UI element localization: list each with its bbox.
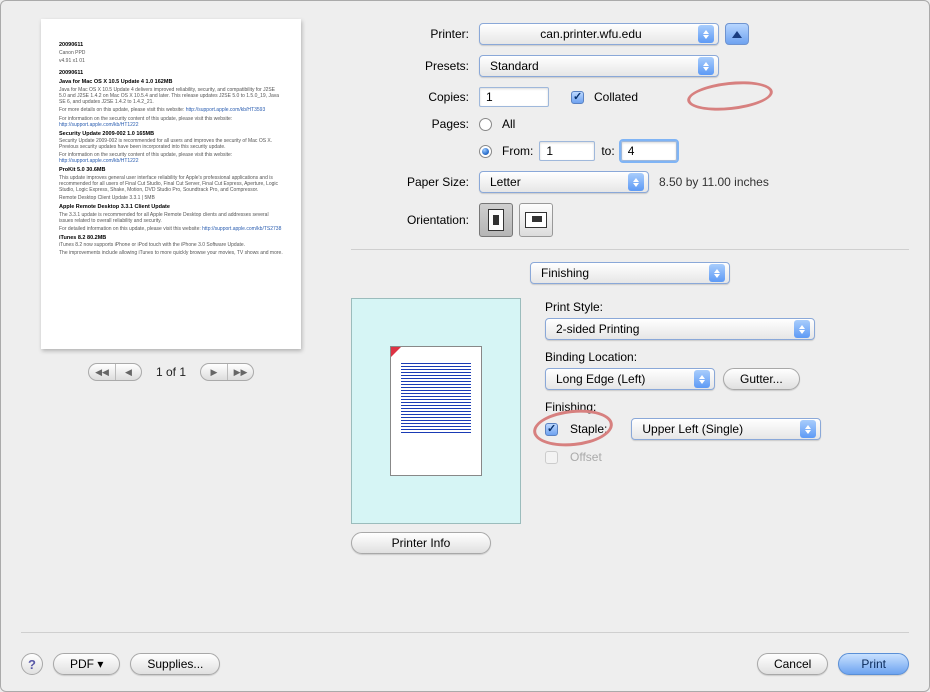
page-counter: 1 of 1 <box>156 365 186 379</box>
expand-dialog-button[interactable] <box>725 23 749 45</box>
binding-location-select[interactable]: Long Edge (Left) <box>545 368 715 390</box>
next-page-button[interactable]: ▶ <box>201 364 227 380</box>
paper-size-select[interactable]: Letter <box>479 171 649 193</box>
orientation-landscape-button[interactable] <box>519 203 553 237</box>
orientation-portrait-button[interactable] <box>479 203 513 237</box>
section-selected: Finishing <box>541 266 589 280</box>
footer-divider <box>21 632 909 633</box>
nav-back-group: ◀◀ ◀ <box>88 363 142 381</box>
finishing-panel: Printer Info Print Style: 2-sided Printi… <box>351 298 909 554</box>
dropdown-arrows-icon <box>709 264 725 282</box>
presets-select[interactable]: Standard <box>479 55 719 77</box>
collated-checkbox[interactable] <box>571 91 584 104</box>
copies-label: Copies: <box>351 90 469 104</box>
pages-from-radio[interactable] <box>479 145 492 158</box>
dropdown-arrows-icon <box>794 320 810 338</box>
preview-nav: ◀◀ ◀ 1 of 1 ▶ ▶▶ <box>21 363 321 381</box>
printer-info-button[interactable]: Printer Info <box>351 532 491 554</box>
nav-fwd-group: ▶ ▶▶ <box>200 363 254 381</box>
dropdown-arrows-icon <box>694 370 710 388</box>
staple-checkbox[interactable] <box>545 423 558 436</box>
last-page-button[interactable]: ▶▶ <box>227 364 253 380</box>
presets-selected: Standard <box>490 59 539 73</box>
staple-position-select[interactable]: Upper Left (Single) <box>631 418 821 440</box>
presets-label: Presets: <box>351 59 469 73</box>
gutter-button[interactable]: Gutter... <box>723 368 800 390</box>
cancel-button[interactable]: Cancel <box>757 653 828 675</box>
finishing-label: Finishing: <box>545 400 909 414</box>
printer-select[interactable]: can.printer.wfu.edu <box>479 23 719 45</box>
help-button[interactable]: ? <box>21 653 43 675</box>
binding-location-label: Binding Location: <box>545 350 909 364</box>
printer-selected: can.printer.wfu.edu <box>490 27 692 41</box>
printer-label: Printer: <box>351 27 469 41</box>
print-dialog: 20090611 Canon PPD v4.91 x1 01 20090611 … <box>0 0 930 692</box>
dialog-footer: ? PDF ▾ Supplies... Cancel Print <box>21 653 909 675</box>
print-style-selected: 2-sided Printing <box>556 322 639 336</box>
pages-all-radio[interactable] <box>479 118 492 131</box>
pages-to-label: to: <box>601 144 614 158</box>
portrait-icon <box>488 209 504 231</box>
dropdown-arrows-icon <box>800 420 816 438</box>
pages-to-input[interactable] <box>621 141 677 161</box>
paper-size-label: Paper Size: <box>351 175 469 189</box>
pages-from-input[interactable] <box>539 141 595 161</box>
supplies-button[interactable]: Supplies... <box>130 653 220 675</box>
triangle-up-icon <box>732 31 742 38</box>
copies-input[interactable] <box>479 87 549 107</box>
pdf-menu-button[interactable]: PDF ▾ <box>53 653 120 675</box>
binding-location-selected: Long Edge (Left) <box>556 372 645 386</box>
pages-label: Pages: <box>351 117 469 131</box>
paper-dimensions: 8.50 by 11.00 inches <box>659 175 769 189</box>
landscape-icon <box>525 212 547 228</box>
pages-all-label: All <box>502 117 515 131</box>
orientation-label: Orientation: <box>351 213 469 227</box>
offset-label: Offset <box>570 450 602 464</box>
pages-from-label: From: <box>502 144 533 158</box>
settings-column: Printer: can.printer.wfu.edu Presets: St… <box>351 19 909 554</box>
print-button[interactable]: Print <box>838 653 909 675</box>
finishing-preview <box>351 298 521 524</box>
divider <box>351 249 909 250</box>
dropdown-arrows-icon <box>698 25 714 43</box>
preview-column: 20090611 Canon PPD v4.91 x1 01 20090611 … <box>21 19 321 554</box>
offset-checkbox <box>545 451 558 464</box>
staple-label: Staple: <box>570 422 607 436</box>
collated-label: Collated <box>594 90 638 104</box>
prev-page-button[interactable]: ◀ <box>115 364 141 380</box>
print-style-label: Print Style: <box>545 300 909 314</box>
staple-indicator-icon <box>391 347 401 357</box>
staple-position-selected: Upper Left (Single) <box>642 422 743 436</box>
dropdown-arrows-icon <box>698 57 714 75</box>
finishing-preview-page <box>390 346 482 476</box>
first-page-button[interactable]: ◀◀ <box>89 364 115 380</box>
page-preview: 20090611 Canon PPD v4.91 x1 01 20090611 … <box>41 19 301 349</box>
dropdown-arrows-icon <box>628 173 644 191</box>
print-style-select[interactable]: 2-sided Printing <box>545 318 815 340</box>
paper-size-selected: Letter <box>490 175 521 189</box>
section-select[interactable]: Finishing <box>530 262 730 284</box>
